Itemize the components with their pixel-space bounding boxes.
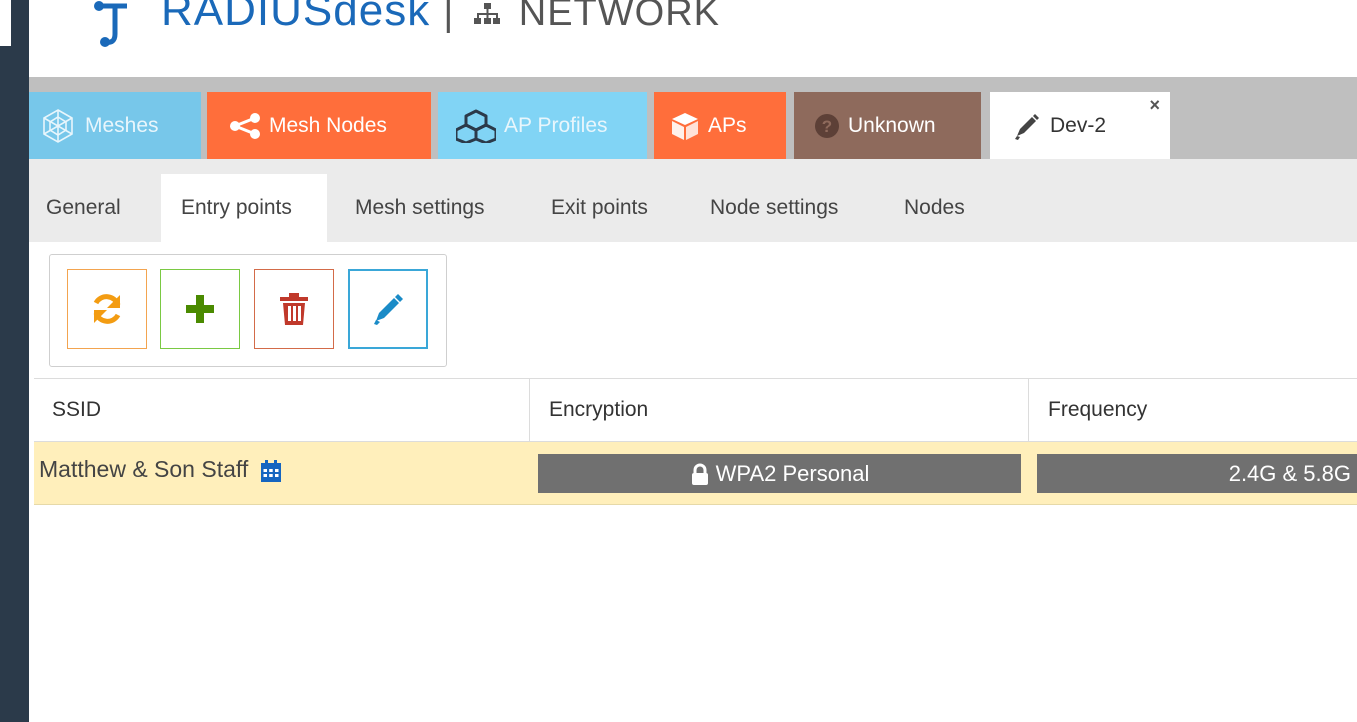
tab-meshes[interactable]: Meshes	[29, 92, 201, 159]
plus-icon	[186, 295, 214, 323]
column-header-encryption[interactable]: Encryption	[549, 379, 648, 441]
tab-ap-profiles-label: AP Profiles	[504, 113, 608, 137]
mesh-network-icon	[39, 107, 77, 145]
tab-exit-points[interactable]: Exit points	[551, 174, 648, 242]
side-marker	[0, 0, 11, 46]
delete-button[interactable]	[254, 269, 334, 349]
title-separator: |	[443, 0, 455, 34]
logo-icon	[94, 1, 127, 47]
ssid-cell: Matthew & Son Staff	[39, 442, 283, 496]
refresh-icon	[93, 294, 121, 324]
pencil-icon	[374, 294, 403, 325]
column-divider	[1028, 379, 1029, 441]
column-header-ssid[interactable]: SSID	[52, 379, 101, 441]
column-header-frequency[interactable]: Frequency	[1048, 379, 1147, 441]
cubes-icon	[456, 109, 496, 143]
pencil-icon	[1012, 111, 1042, 141]
add-button[interactable]	[160, 269, 240, 349]
tab-aps[interactable]: APs	[654, 92, 786, 159]
tab-dev-2-label: Dev-2	[1050, 113, 1107, 137]
edit-button[interactable]	[348, 269, 428, 349]
tab-nodes[interactable]: Nodes	[904, 174, 965, 242]
left-side-strip	[0, 0, 29, 722]
frequency-value: 2.4G & 5.8G	[1228, 460, 1351, 486]
tab-ap-profiles[interactable]: AP Profiles	[438, 92, 647, 159]
cube-icon	[670, 111, 700, 141]
tab-unknown-label: Unknown	[848, 113, 936, 137]
lock-icon	[691, 463, 708, 485]
tab-node-settings[interactable]: Node settings	[710, 174, 838, 242]
column-divider	[529, 379, 530, 441]
grid-header: SSID Encryption Frequency	[34, 378, 1357, 443]
main-tab-bar: Meshes Mesh Nodes AP Profiles APs ? Unkn…	[29, 77, 1357, 159]
ssid-value: Matthew & Son Staff	[39, 456, 249, 482]
question-circle-icon: ?	[814, 113, 840, 139]
encryption-value: WPA2 Personal	[715, 460, 870, 486]
tab-mesh-nodes[interactable]: Mesh Nodes	[207, 92, 431, 159]
tab-meshes-label: Meshes	[85, 113, 159, 137]
reload-button[interactable]	[67, 269, 147, 349]
trash-icon	[280, 293, 308, 325]
table-row[interactable]: Matthew & Son Staff WPA2 Personal 2.4G &…	[34, 442, 1357, 505]
svg-text:?: ?	[822, 117, 832, 136]
tab-mesh-settings[interactable]: Mesh settings	[355, 174, 485, 242]
tab-entry-points[interactable]: Entry points	[161, 174, 327, 242]
tab-dev-2[interactable]: Dev-2 ×	[990, 92, 1170, 159]
frequency-badge: 2.4G & 5.8G	[1037, 454, 1357, 493]
app-header: RADIUSdesk | NETWORK	[29, 0, 1357, 77]
app-name: RADIUSdesk	[161, 0, 431, 35]
encryption-badge: WPA2 Personal	[538, 454, 1021, 493]
tab-mesh-nodes-label: Mesh Nodes	[269, 113, 387, 137]
sitemap-icon	[473, 3, 500, 25]
close-tab-icon[interactable]: ×	[1149, 95, 1160, 116]
share-nodes-icon	[229, 112, 261, 139]
calendar-icon	[260, 459, 281, 482]
tab-unknown[interactable]: ? Unknown	[794, 92, 981, 159]
entry-points-toolbar	[49, 254, 447, 367]
tab-general[interactable]: General	[46, 174, 121, 242]
app-title: RADIUSdesk | NETWORK	[161, 0, 720, 36]
app-section: NETWORK	[518, 0, 720, 34]
tab-aps-label: APs	[708, 113, 747, 137]
sub-tab-bar: General Entry points Mesh settings Exit …	[29, 159, 1357, 242]
